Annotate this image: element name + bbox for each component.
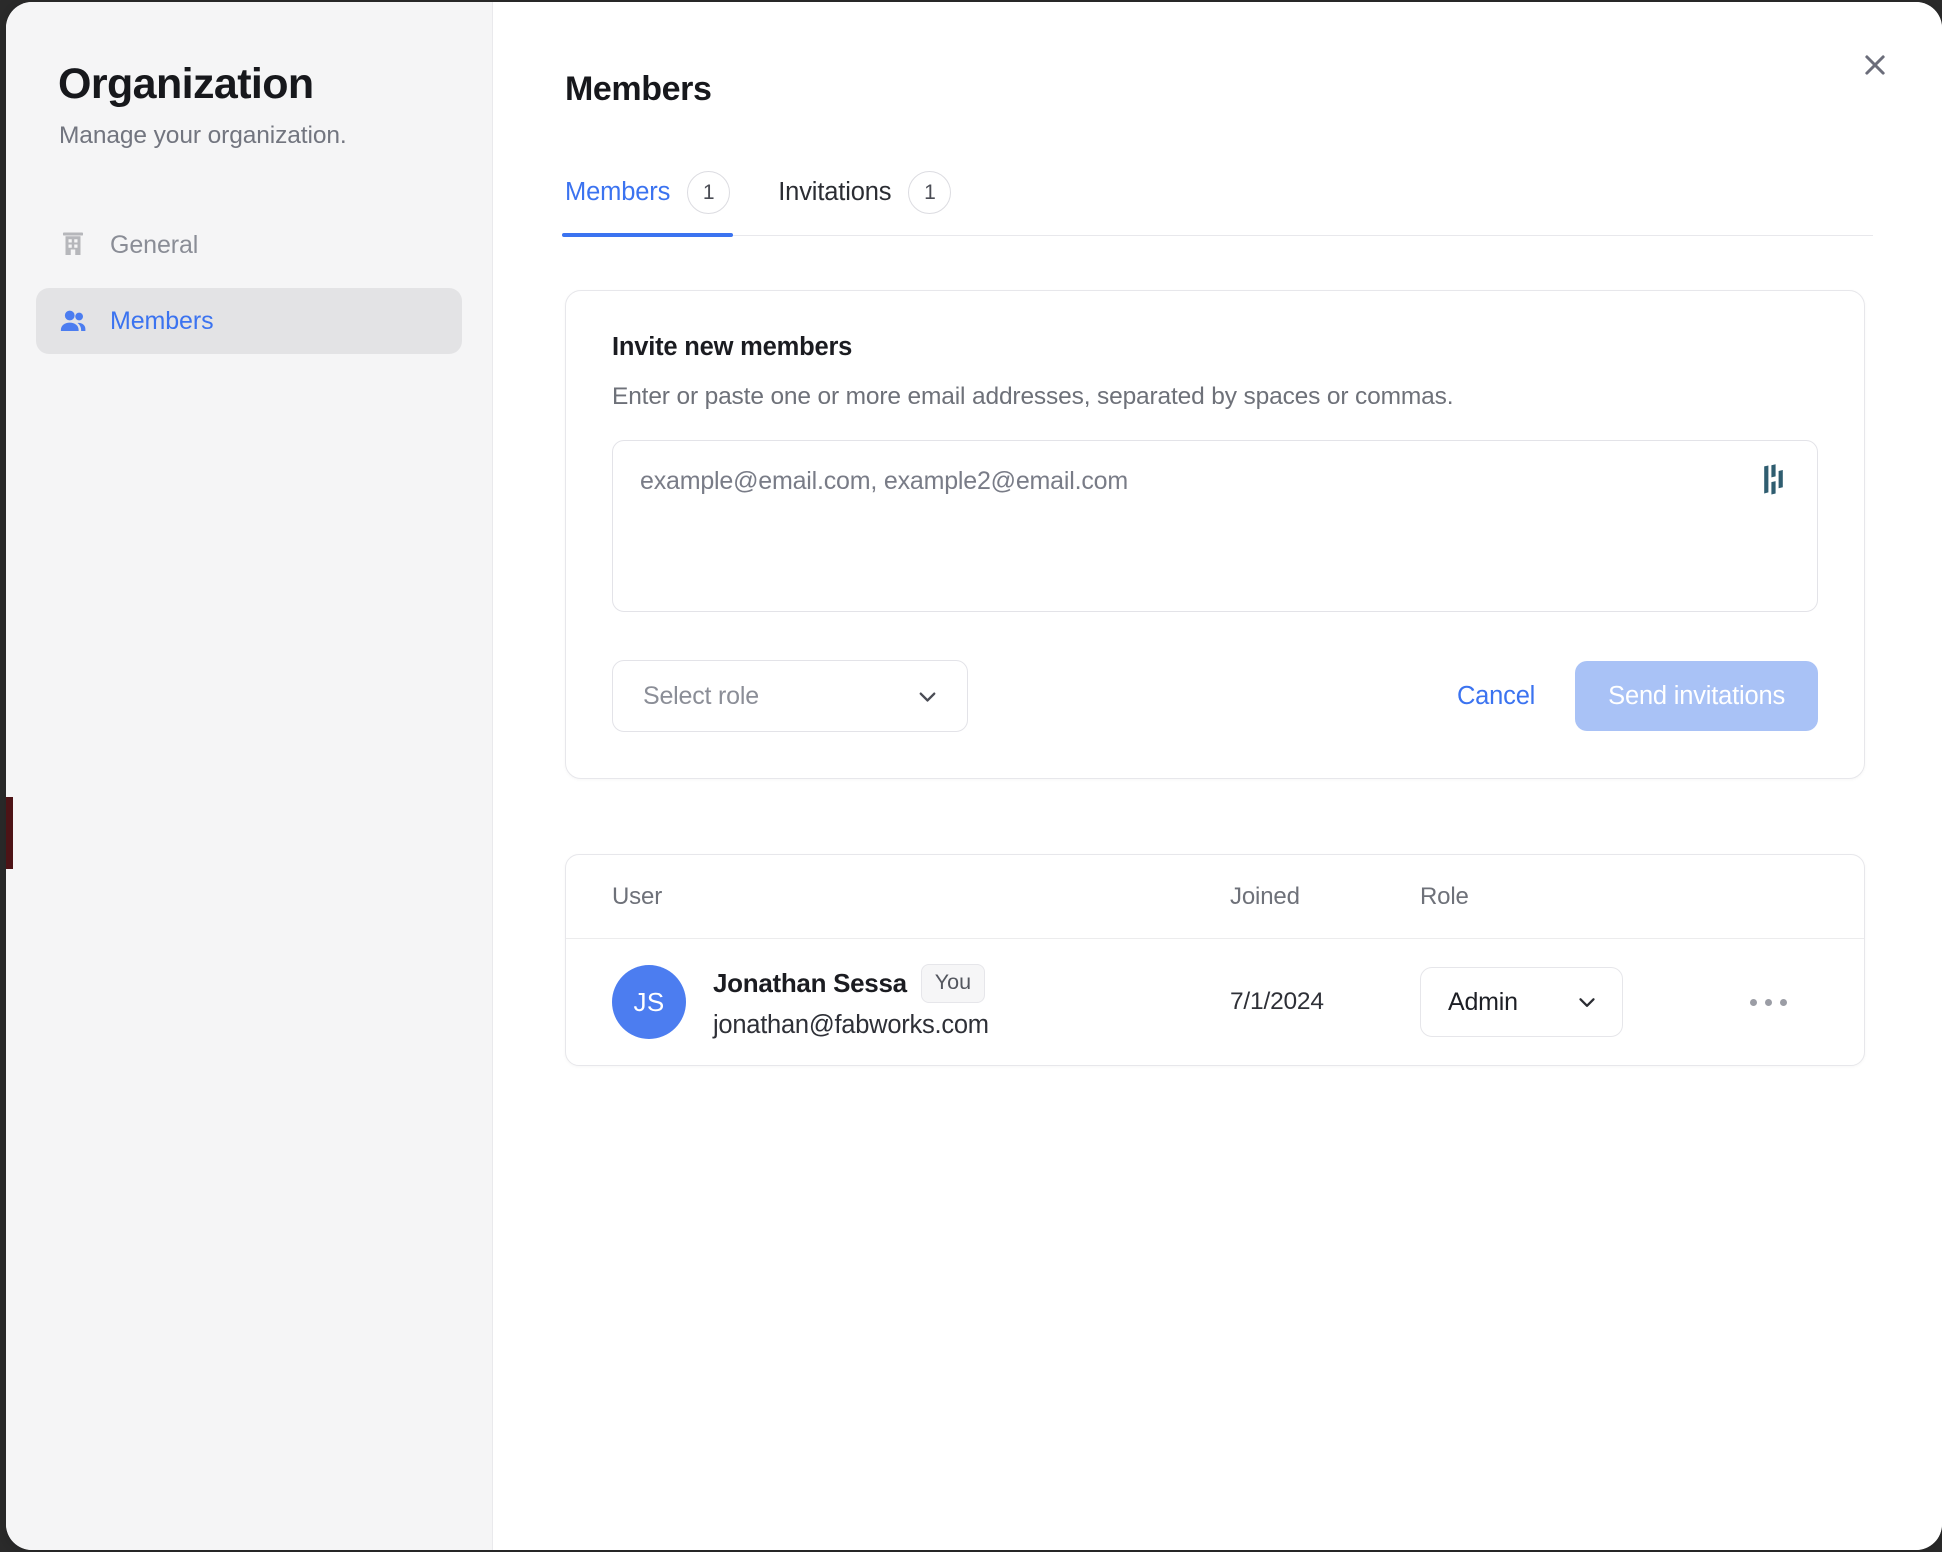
table-header-row: User Joined Role [566, 855, 1864, 939]
tab-label: Invitations [778, 178, 891, 207]
email-input-wrapper[interactable]: example@email.com, example2@email.com [612, 440, 1818, 612]
row-actions [1700, 983, 1818, 1022]
user-name: Jonathan Sessa [713, 968, 907, 999]
dot [1780, 999, 1787, 1006]
column-header-role: Role [1420, 883, 1700, 911]
chevron-down-icon [914, 683, 941, 710]
role-cell: Admin [1420, 967, 1700, 1037]
more-horizontal-icon[interactable] [1740, 983, 1797, 1022]
role-value: Admin [1448, 988, 1518, 1017]
page-heading: Organization [36, 60, 462, 108]
invite-card-heading: Invite new members [612, 333, 1818, 362]
tab-members[interactable]: Members 1 [565, 171, 730, 235]
you-badge: You [921, 964, 985, 1003]
select-role-value: Select role [643, 682, 759, 711]
left-edge-artifact [6, 797, 13, 869]
sidebar-item-label: Members [110, 307, 214, 336]
invite-actions: Select role Cancel Send invitations [612, 660, 1818, 732]
dot [1765, 999, 1772, 1006]
tab-invitations[interactable]: Invitations 1 [778, 171, 951, 235]
page-subheading: Manage your organization. [36, 122, 462, 150]
joined-date: 7/1/2024 [1230, 988, 1420, 1016]
dot [1750, 999, 1757, 1006]
users-icon [58, 306, 88, 336]
close-button[interactable] [1852, 42, 1898, 88]
tab-count-badge: 1 [908, 171, 951, 214]
main-panel: Members Members 1 Invitations 1 Invite n… [493, 2, 1942, 1550]
table-row: JS Jonathan Sessa You jonathan@fabworks.… [566, 939, 1864, 1065]
chevron-down-icon [1574, 989, 1600, 1015]
column-header-joined: Joined [1230, 883, 1420, 911]
user-email: jonathan@fabworks.com [713, 1011, 989, 1040]
email-input-placeholder: example@email.com, example2@email.com [640, 467, 1128, 496]
column-header-user: User [612, 883, 1230, 911]
invite-new-members-card: Invite new members Enter or paste one or… [565, 290, 1865, 779]
building-icon [58, 230, 88, 260]
organization-settings-modal: Organization Manage your organization. G… [6, 2, 1942, 1550]
user-identity: Jonathan Sessa You jonathan@fabworks.com [713, 964, 989, 1040]
page-title: Members [565, 70, 1888, 109]
tab-count-badge: 1 [687, 171, 730, 214]
close-icon [1860, 50, 1890, 80]
user-cell: JS Jonathan Sessa You jonathan@fabworks.… [612, 964, 1230, 1040]
user-name-row: Jonathan Sessa You [713, 964, 989, 1003]
role-dropdown[interactable]: Admin [1420, 967, 1623, 1037]
sidebar-item-label: General [110, 231, 198, 260]
tab-label: Members [565, 178, 670, 207]
cancel-button[interactable]: Cancel [1457, 682, 1535, 711]
avatar: JS [612, 965, 686, 1039]
brand-logo-icon [1761, 463, 1791, 497]
select-role-dropdown[interactable]: Select role [612, 660, 968, 732]
sidebar-item-members[interactable]: Members [36, 288, 462, 354]
sidebar-nav: General Members [36, 212, 462, 354]
invite-card-description: Enter or paste one or more email address… [612, 383, 1818, 411]
sidebar: Organization Manage your organization. G… [6, 2, 493, 1550]
send-invitations-button[interactable]: Send invitations [1575, 661, 1818, 731]
members-table: User Joined Role JS Jonathan Sessa You j… [565, 854, 1865, 1066]
sidebar-item-general[interactable]: General [36, 212, 462, 278]
tabs: Members 1 Invitations 1 [565, 171, 1873, 236]
